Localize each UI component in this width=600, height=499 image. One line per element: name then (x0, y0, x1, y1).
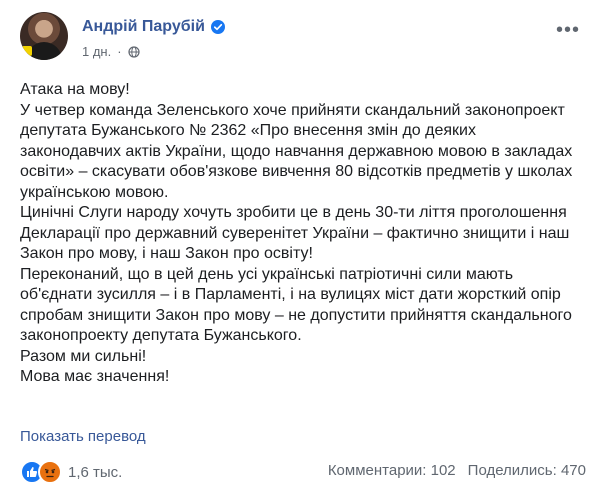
post-paragraph: Мова має значення! (20, 368, 170, 385)
shares-count-link[interactable]: Поделились: 470 (468, 462, 586, 479)
avatar[interactable] (20, 12, 68, 60)
avatar-badge (22, 46, 32, 56)
post-paragraph: Атака на мову! (20, 81, 130, 98)
more-options-icon[interactable]: ••• (556, 20, 580, 40)
post-paragraph: У четвер команда Зеленського хоче прийня… (20, 101, 573, 201)
post-text: Атака на мову! У четвер команда Зеленськ… (20, 80, 580, 388)
post-footer: 1,6 тыс. Комментарии: 102 Поделились: 47… (20, 460, 586, 484)
post-stats: Комментарии: 102 Поделились: 470 (328, 462, 586, 479)
angry-icon (38, 460, 62, 484)
post-paragraph: Цинічні Слуги народу хочуть зробити це в… (20, 204, 570, 262)
author-line: Андрій Парубій (82, 18, 225, 36)
post-meta: 1 дн. · (82, 44, 140, 59)
reaction-count: 1,6 тыс. (68, 463, 123, 481)
post-timestamp[interactable]: 1 дн. (82, 44, 111, 59)
globe-icon[interactable] (127, 45, 140, 58)
post-paragraph: Разом ми сильні! (20, 347, 147, 365)
reactions-summary[interactable]: 1,6 тыс. (20, 460, 122, 484)
meta-separator: · (117, 44, 122, 59)
post-header: Андрій Парубій 1 дн. · ••• (20, 12, 580, 64)
author-name[interactable]: Андрій Парубій (82, 18, 205, 36)
comments-count-link[interactable]: Комментарии: 102 (328, 462, 456, 479)
facebook-post: Андрій Парубій 1 дн. · ••• Атака на мову… (0, 0, 600, 499)
show-translation-link[interactable]: Показать перевод (20, 428, 146, 445)
verified-badge-icon (210, 20, 225, 34)
post-paragraph: Переконаний, що в цей день усі українськ… (20, 265, 572, 345)
